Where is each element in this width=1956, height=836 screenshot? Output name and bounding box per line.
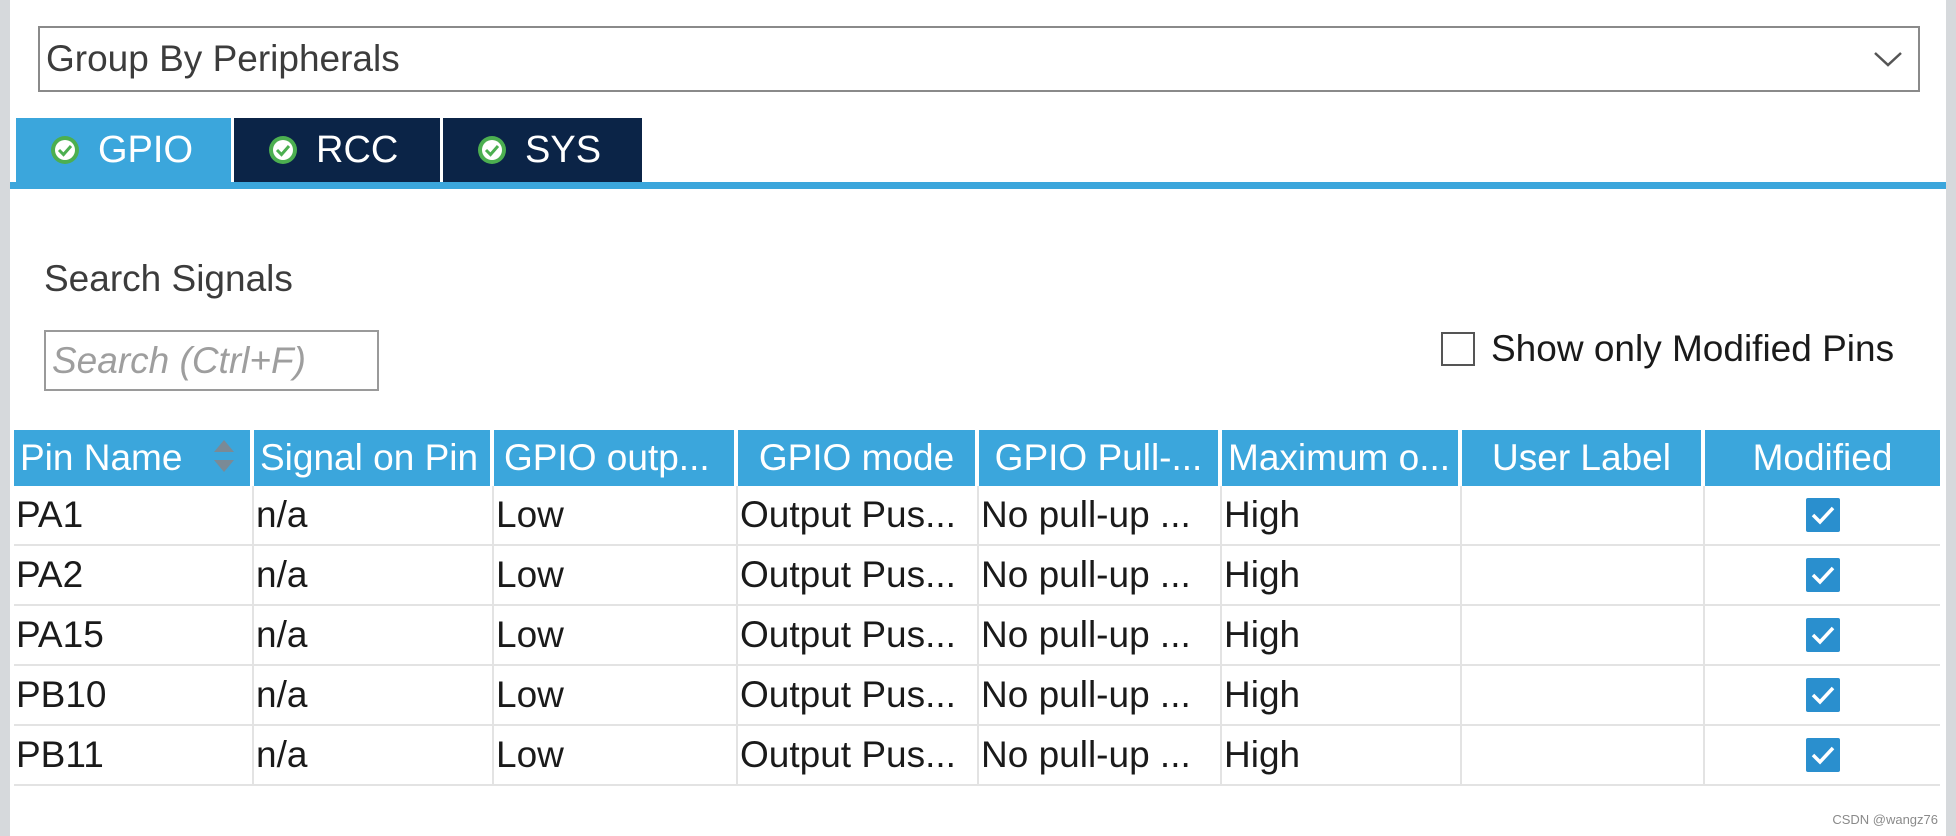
user-label-cell[interactable]	[1462, 606, 1705, 664]
header-label: Signal on Pin	[260, 437, 479, 478]
user-label-cell[interactable]	[1462, 726, 1705, 784]
gpio-output-cell[interactable]: Low	[494, 666, 738, 724]
gpio-output-cell[interactable]: Low	[494, 606, 738, 664]
column-header-gpio-pull[interactable]: GPIO Pull-...	[979, 430, 1222, 486]
gpio-pull-cell[interactable]: No pull-up ...	[979, 666, 1222, 724]
pin-name-cell: PA15	[14, 606, 254, 664]
check-circle-icon	[477, 135, 507, 165]
tab-label: SYS	[525, 128, 602, 171]
column-header-modified[interactable]: Modified	[1705, 430, 1940, 486]
window-right-edge	[1946, 0, 1956, 836]
checkbox-checked-icon[interactable]	[1805, 738, 1840, 772]
group-by-value: Group By Peripherals	[46, 38, 400, 79]
signal-cell: n/a	[254, 666, 494, 724]
max-speed-cell[interactable]: High	[1222, 606, 1462, 664]
gpio-output-cell[interactable]: Low	[494, 546, 738, 604]
max-speed-cell[interactable]: High	[1222, 726, 1462, 784]
table-body: PA1 n/a Low Output Pus... No pull-up ...…	[14, 486, 1940, 786]
max-speed-cell[interactable]: High	[1222, 546, 1462, 604]
gpio-mode-cell[interactable]: Output Pus...	[738, 606, 979, 664]
tab-rcc[interactable]: RCC	[234, 118, 440, 182]
pin-name-cell: PA1	[14, 486, 254, 544]
header-label: GPIO mode	[758, 437, 955, 478]
tab-label: RCC	[316, 128, 399, 171]
max-speed-cell[interactable]: High	[1222, 486, 1462, 544]
check-circle-icon	[268, 135, 298, 165]
search-input[interactable]	[44, 330, 379, 391]
tab-sys[interactable]: SYS	[443, 118, 642, 182]
modified-cell	[1705, 606, 1940, 664]
check-circle-icon	[50, 135, 80, 165]
signal-cell: n/a	[254, 486, 494, 544]
user-label-cell[interactable]	[1462, 546, 1705, 604]
column-header-pin-name[interactable]: Pin Name	[14, 430, 254, 486]
gpio-mode-cell[interactable]: Output Pus...	[738, 486, 979, 544]
column-header-gpio-output[interactable]: GPIO outp...	[494, 430, 738, 486]
sort-icon[interactable]	[212, 438, 236, 483]
tab-label: GPIO	[98, 128, 194, 171]
checkbox-checked-icon[interactable]	[1805, 618, 1840, 652]
header-label: Modified	[1752, 437, 1893, 478]
pin-table: Pin Name Signal on Pin GPIO outp... GPIO…	[14, 430, 1940, 786]
tab-gpio[interactable]: GPIO	[16, 118, 231, 182]
max-speed-cell[interactable]: High	[1222, 666, 1462, 724]
window-left-edge	[0, 0, 10, 836]
show-modified-label: Show only Modified Pins	[1491, 328, 1895, 369]
gpio-output-cell[interactable]: Low	[494, 726, 738, 784]
pin-name-cell: PB11	[14, 726, 254, 784]
signal-cell: n/a	[254, 726, 494, 784]
header-label: Maximum o...	[1228, 437, 1451, 478]
pin-name-cell: PA2	[14, 546, 254, 604]
gpio-output-cell[interactable]: Low	[494, 486, 738, 544]
show-modified-toggle[interactable]: Show only Modified Pins	[1441, 328, 1894, 370]
table-header-row: Pin Name Signal on Pin GPIO outp... GPIO…	[14, 430, 1940, 486]
user-label-cell[interactable]	[1462, 486, 1705, 544]
checkbox-checked-icon[interactable]	[1805, 498, 1840, 532]
table-row[interactable]: PA1 n/a Low Output Pus... No pull-up ...…	[14, 486, 1940, 546]
tab-underline	[10, 182, 1946, 189]
column-header-gpio-mode[interactable]: GPIO mode	[738, 430, 979, 486]
table-row[interactable]: PB11 n/a Low Output Pus... No pull-up ..…	[14, 726, 1940, 786]
checkbox-checked-icon[interactable]	[1805, 678, 1840, 712]
signal-cell: n/a	[254, 606, 494, 664]
column-header-signal[interactable]: Signal on Pin	[254, 430, 494, 486]
column-header-max-speed[interactable]: Maximum o...	[1222, 430, 1462, 486]
header-label: Pin Name	[20, 437, 183, 478]
search-signals-label: Search Signals	[44, 258, 293, 299]
column-header-user-label[interactable]: User Label	[1462, 430, 1705, 486]
modified-cell	[1705, 486, 1940, 544]
gpio-pull-cell[interactable]: No pull-up ...	[979, 606, 1222, 664]
watermark: CSDN @wangz76	[1832, 812, 1938, 827]
group-by-dropdown[interactable]: Group By Peripherals	[38, 26, 1920, 92]
signal-cell: n/a	[254, 546, 494, 604]
peripheral-tabs: GPIO RCC SYS	[16, 118, 645, 182]
header-label: GPIO Pull-...	[994, 437, 1203, 478]
modified-cell	[1705, 546, 1940, 604]
header-label: User Label	[1492, 437, 1671, 478]
checkbox-checked-icon[interactable]	[1805, 558, 1840, 592]
gpio-pull-cell[interactable]: No pull-up ...	[979, 726, 1222, 784]
user-label-cell[interactable]	[1462, 666, 1705, 724]
gpio-mode-cell[interactable]: Output Pus...	[738, 726, 979, 784]
gpio-pull-cell[interactable]: No pull-up ...	[979, 546, 1222, 604]
gpio-mode-cell[interactable]: Output Pus...	[738, 666, 979, 724]
table-row[interactable]: PA15 n/a Low Output Pus... No pull-up ..…	[14, 606, 1940, 666]
modified-cell	[1705, 666, 1940, 724]
table-row[interactable]: PA2 n/a Low Output Pus... No pull-up ...…	[14, 546, 1940, 606]
gpio-mode-cell[interactable]: Output Pus...	[738, 546, 979, 604]
show-modified-checkbox[interactable]	[1441, 332, 1475, 366]
table-row[interactable]: PB10 n/a Low Output Pus... No pull-up ..…	[14, 666, 1940, 726]
chevron-down-icon[interactable]	[1858, 50, 1918, 68]
header-label: GPIO outp...	[504, 437, 710, 478]
pin-name-cell: PB10	[14, 666, 254, 724]
modified-cell	[1705, 726, 1940, 784]
gpio-pull-cell[interactable]: No pull-up ...	[979, 486, 1222, 544]
